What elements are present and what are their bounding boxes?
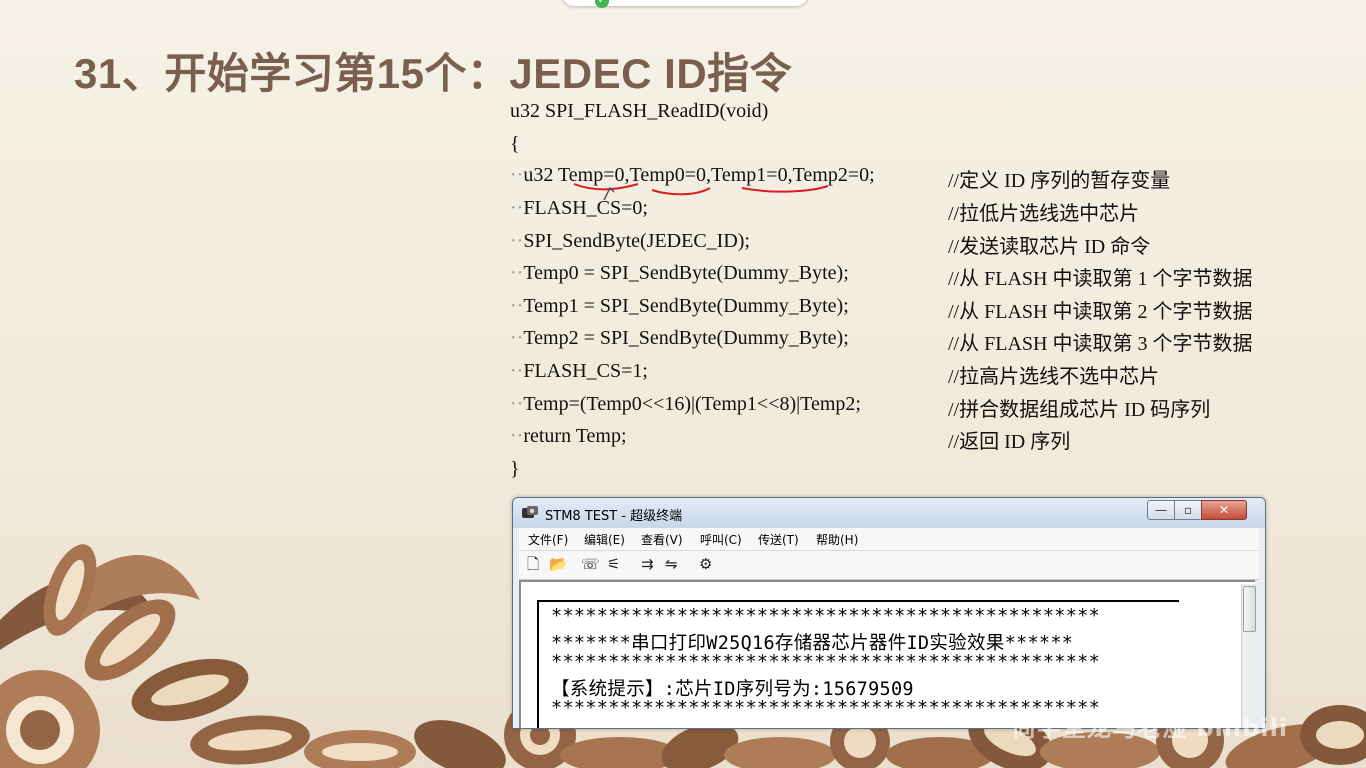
terminal-line: ****************************************… [551, 606, 1101, 627]
receive-file-icon[interactable]: ⇋ [665, 555, 678, 573]
terminal-output[interactable]: ****************************************… [519, 580, 1256, 728]
menu-edit[interactable]: 编辑(E) [584, 531, 625, 548]
menu-call[interactable]: 呼叫(C) [700, 531, 742, 548]
new-file-icon[interactable]: 🗋 [527, 555, 539, 573]
code-block: u32 SPI_FLASH_ReadID(void) { ··u32 Temp=… [510, 96, 1310, 486]
menu-help[interactable]: 帮助(H) [816, 531, 858, 548]
terminal-line: ****************************************… [551, 652, 1101, 673]
menu-bar: 文件(F) 编辑(E) 查看(V) 呼叫(C) 传送(T) 帮助(H) [519, 528, 1259, 551]
window-title: STM8 TEST - 超级终端 [545, 509, 683, 524]
properties-icon[interactable]: ⚙ [699, 555, 712, 573]
code-comment: //从 FLASH 中读取第 2 个字节数据 [948, 301, 1253, 323]
code-line: ··Temp=(Temp0<<16)|(Temp1<<8)|Temp2; [510, 393, 861, 415]
code-comment: //拉高片选线不选中芯片 [948, 366, 1160, 388]
window-titlebar[interactable]: STM8 TEST - 超级终端 — ▫ ✕ [513, 498, 1265, 528]
code-line: ··Temp2 = SPI_SendByte(Dummy_Byte); [510, 327, 849, 349]
menu-view[interactable]: 查看(V) [641, 531, 683, 548]
annotation-underline [573, 183, 829, 201]
code-line: ··SPI_SendByte(JEDEC_ID); [510, 230, 750, 252]
code-line: ··FLASH_CS=1; [510, 360, 648, 382]
close-brace: } [510, 458, 520, 480]
maximize-button[interactable]: ▫ [1174, 500, 1202, 520]
menu-file[interactable]: 文件(F) [528, 531, 568, 548]
menu-transfer[interactable]: 传送(T) [758, 531, 799, 548]
hyperterminal-icon [522, 506, 538, 518]
code-line: ··Temp0 = SPI_SendByte(Dummy_Byte); [510, 262, 849, 284]
minimize-button[interactable]: — [1147, 500, 1175, 520]
disconnect-icon[interactable]: ⚟ [607, 555, 620, 573]
terminal-window[interactable]: STM8 TEST - 超级终端 — ▫ ✕ 文件(F) 编辑(E) 查看(V)… [512, 497, 1266, 729]
open-folder-icon[interactable]: 📂 [549, 555, 568, 573]
code-comment: //发送读取芯片 ID 命令 [948, 236, 1151, 258]
code-line: ··Temp1 = SPI_SendByte(Dummy_Byte); [510, 295, 849, 317]
toolbar: 🗋 📂 ☏ ⚟ ⇉ ⇋ ⚙ [519, 551, 1259, 580]
code-comment: //返回 ID 序列 [948, 431, 1071, 453]
send-file-icon[interactable]: ⇉ [641, 555, 654, 573]
close-button[interactable]: ✕ [1201, 500, 1247, 520]
watermark: 尚学堂龙马老湿 bilibili [1012, 714, 1289, 742]
code-comment: //拼合数据组成芯片 ID 码序列 [948, 399, 1211, 421]
phone-icon[interactable]: ☏ [581, 555, 600, 573]
code-comment: //从 FLASH 中读取第 3 个字节数据 [948, 333, 1253, 355]
code-line: ··return Temp; [510, 425, 627, 447]
code-comment: //从 FLASH 中读取第 1 个字节数据 [948, 268, 1253, 290]
scrollbar-thumb[interactable] [1243, 586, 1256, 632]
slide-title: 31、开始学习第15个：JEDEC ID指令 [74, 50, 793, 97]
